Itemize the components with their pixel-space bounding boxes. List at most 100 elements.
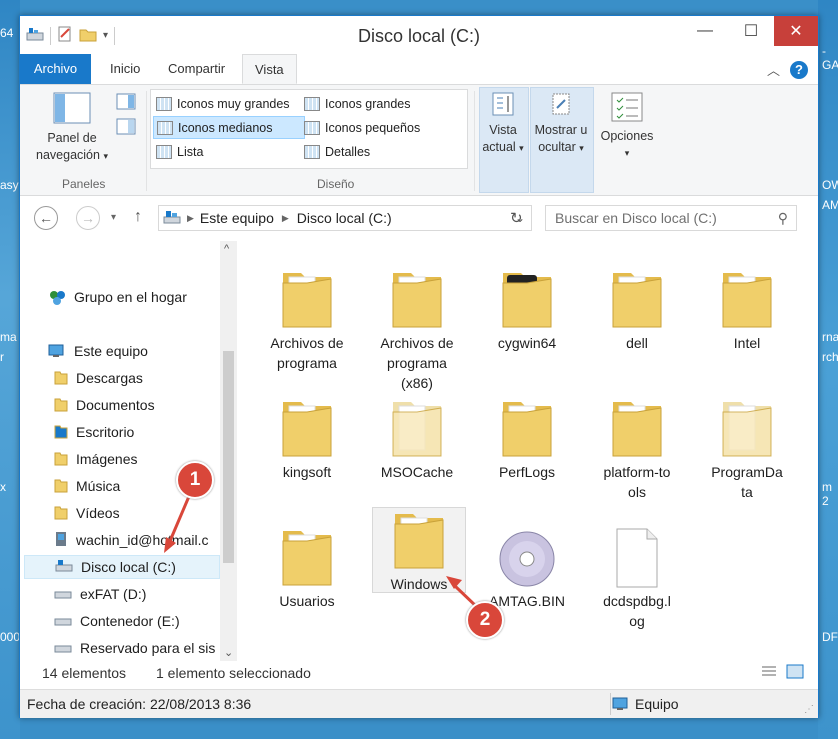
computer-icon — [163, 210, 181, 227]
minimize-button[interactable]: — — [682, 16, 728, 46]
item-label: ProgramDa ta — [711, 464, 783, 500]
nav-item[interactable]: Imágenes — [54, 447, 137, 471]
desktop-text: -GA — [822, 44, 838, 72]
details-pane-icon[interactable] — [116, 118, 136, 139]
maximize-button[interactable]: ☐ — [728, 16, 774, 46]
layout-medium-icons[interactable]: Iconos medianos — [153, 116, 305, 139]
folder-item[interactable]: Usuarios — [252, 511, 362, 611]
drive-icon — [54, 640, 72, 657]
folder-icon — [472, 253, 582, 331]
current-view-button[interactable]: Vista actual ▾ — [481, 91, 525, 157]
nav-item[interactable]: wachin_id@hotmail.c — [54, 528, 209, 552]
nav-item[interactable]: exFAT (D:) — [54, 582, 146, 606]
folder-icon — [692, 253, 802, 331]
scroll-up-icon[interactable]: ^ — [224, 243, 229, 255]
computer-icon — [612, 696, 632, 715]
layout-details[interactable]: Detalles — [301, 141, 373, 162]
desktop-text: rna — [822, 330, 838, 344]
tab-vista[interactable]: Vista — [242, 54, 297, 84]
nav-homegroup[interactable]: Grupo en el hogar — [48, 285, 187, 309]
nav-item[interactable]: Documentos — [54, 393, 155, 417]
layout-label: Iconos grandes — [325, 96, 411, 111]
large-icons-view-icon[interactable] — [786, 664, 804, 683]
desktop-text: rch — [822, 350, 838, 364]
folder-icon — [54, 504, 68, 523]
file-list: Archivos de programa Archivos de programa (x… — [242, 241, 818, 661]
help-icon[interactable]: ? — [790, 60, 808, 79]
forward-button[interactable]: → — [76, 206, 100, 230]
search-icon[interactable]: ⚲ — [778, 210, 788, 227]
options-button[interactable]: Opciones ▾ — [596, 91, 658, 162]
nav-item[interactable]: Vídeos — [54, 501, 120, 525]
nav-item[interactable]: Contenedor (E:) — [54, 609, 180, 633]
nav-scrollbar[interactable]: ^ ⌄ — [220, 241, 237, 661]
folder-item[interactable]: MSOCache — [362, 382, 472, 482]
address-bar[interactable]: ▶ Este equipo ▶ Disco local (C:) ⌄ — [158, 205, 532, 231]
layout-grid-icon — [304, 120, 320, 135]
folder-item[interactable]: cygwin64 — [472, 253, 582, 353]
nav-item[interactable]: Reservado para el sis — [54, 636, 215, 660]
callout-2: 2 — [466, 601, 504, 639]
up-arrow-icon[interactable]: ↑ — [134, 208, 142, 226]
search-placeholder: Buscar en Disco local (C:) — [555, 210, 717, 226]
folder-item[interactable]: platform-to ols — [582, 382, 692, 502]
layout-small-icons[interactable]: Iconos pequeños — [301, 117, 423, 138]
layout-grid-icon — [157, 120, 173, 135]
recent-locations-chevron-icon[interactable]: ▾ — [111, 212, 116, 223]
scroll-down-icon[interactable]: ⌄ — [224, 646, 233, 659]
ribbon-tabs: Archivo Inicio Compartir Vista — [20, 54, 818, 85]
folder-item[interactable]: Archivos de programa (x86) — [362, 253, 472, 393]
layout-extra-large-icons[interactable]: Iconos muy grandes — [153, 93, 293, 114]
folder-item[interactable]: Archivos de programa — [252, 253, 362, 373]
options-label: Opciones — [600, 129, 654, 143]
chevron-right-icon: ▶ — [187, 212, 194, 223]
navigation-pane-button[interactable]: Panel de navegación ▾ — [30, 91, 114, 165]
folder-item[interactable]: kingsoft — [252, 382, 362, 482]
details-view-icon[interactable] — [760, 664, 778, 683]
tab-archivo[interactable]: Archivo — [20, 54, 91, 84]
search-input[interactable]: Buscar en Disco local (C:) ⚲ — [545, 205, 797, 231]
chevron-up-icon[interactable]: ︿ — [767, 60, 780, 79]
navigation-pane-label-text: navegación — [36, 148, 100, 162]
layout-details-icon — [304, 144, 320, 159]
nav-item[interactable]: Disco local (C:) — [24, 555, 220, 579]
layout-label: Iconos muy grandes — [177, 96, 290, 111]
layout-list[interactable]: Lista — [153, 141, 206, 162]
preview-pane-icon[interactable] — [116, 93, 136, 114]
layout-large-icons[interactable]: Iconos grandes — [301, 93, 413, 114]
nav-scroll-thumb[interactable] — [223, 351, 234, 563]
nav-item[interactable]: Descargas — [54, 366, 143, 390]
nav-item[interactable]: Música — [54, 474, 120, 498]
nav-item[interactable]: Escritorio — [54, 420, 134, 444]
folder-item[interactable]: PerfLogs — [472, 382, 582, 482]
folder-icon — [54, 396, 68, 415]
back-button[interactable]: ← — [34, 206, 58, 230]
file-item[interactable]: AMTAG.BIN — [472, 511, 582, 611]
close-button[interactable]: ✕ — [774, 16, 818, 46]
nav-this-pc[interactable]: Este equipo — [48, 339, 148, 363]
folder-icon — [582, 253, 692, 331]
tab-compartir[interactable]: Compartir — [156, 54, 237, 84]
breadcrumb-disco-local[interactable]: Disco local (C:) — [297, 210, 392, 226]
chevron-right-icon: ▶ — [281, 212, 289, 223]
selection-count: 1 elemento seleccionado — [156, 665, 311, 681]
desktop-left-strip — [0, 0, 20, 739]
current-view-label-text: actual — [482, 140, 516, 154]
refresh-icon[interactable]: ↻ — [510, 209, 523, 227]
folder-item[interactable]: Windows — [372, 507, 466, 593]
folder-item[interactable]: ProgramDa ta — [692, 382, 802, 502]
explorer-window: ▾ Disco local (C:) — ☐ ✕ Archivo Inicio … — [19, 15, 819, 718]
status-bar: 14 elementos 1 elemento seleccionado — [20, 661, 818, 683]
item-label: MSOCache — [380, 464, 454, 480]
item-label: kingsoft — [282, 464, 332, 480]
ribbon-help-area: ︿ ? — [767, 60, 808, 79]
file-item[interactable]: dcdspdbg.l og — [582, 511, 692, 631]
chevron-down-icon: ▾ — [103, 151, 108, 161]
breadcrumb-este-equipo[interactable]: Este equipo — [200, 210, 274, 226]
show-hide-button[interactable]: Mostrar u ocultar ▾ — [530, 91, 592, 157]
folder-item[interactable]: dell — [582, 253, 692, 353]
tab-inicio[interactable]: Inicio — [98, 54, 152, 84]
resize-grip-icon[interactable]: ⋰ — [804, 704, 814, 715]
options-icon — [611, 92, 643, 122]
folder-item[interactable]: Intel — [692, 253, 802, 353]
